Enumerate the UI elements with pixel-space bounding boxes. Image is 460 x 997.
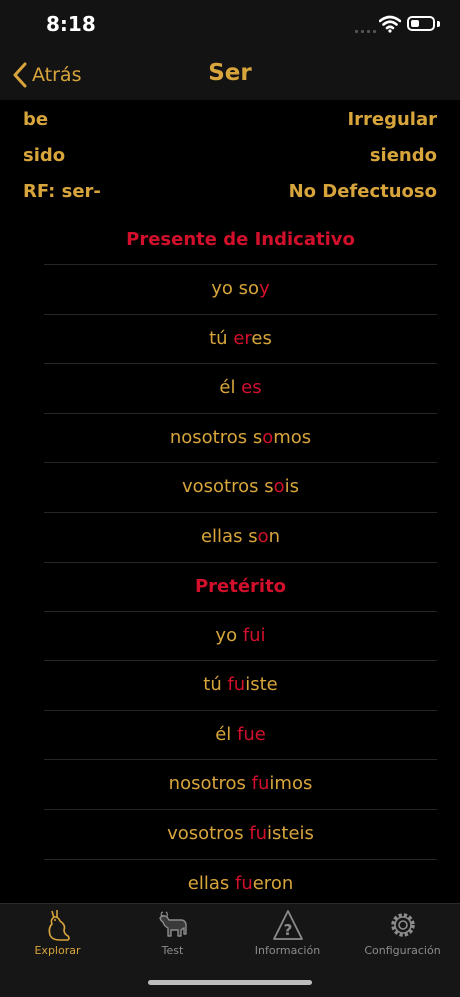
section-header-preterito: Pretérito	[44, 563, 437, 612]
list-item[interactable]: vosotros fuisteis	[44, 810, 437, 860]
conj-ending: o	[262, 426, 274, 448]
conj-suffix: n	[268, 525, 281, 547]
conj-prefix: yo so	[211, 278, 260, 299]
list-item[interactable]: tú fuiste	[44, 661, 437, 711]
list-item[interactable]: él fue	[44, 711, 437, 761]
gerund: siendo	[369, 145, 437, 166]
list-item[interactable]: yo fui	[44, 612, 437, 662]
section-header-presente: Presente de Indicativo	[44, 216, 437, 265]
list-item[interactable]: nosotros fuimos	[44, 760, 437, 810]
root-form: RF: ser-	[23, 181, 101, 202]
verb-type: Irregular	[347, 109, 437, 130]
conj-prefix: ellas s	[200, 525, 258, 547]
conj-prefix: tú	[209, 327, 234, 349]
conj-prefix: nosotros s	[169, 426, 263, 448]
tab-test[interactable]: Test	[115, 904, 230, 964]
conj-ending: o	[273, 476, 285, 498]
info-row: be Irregular	[23, 106, 437, 142]
cellular-signal-icon	[355, 27, 377, 33]
conj-suffix: isteis	[267, 822, 314, 844]
conj-suffix: imos	[269, 773, 313, 795]
tab-configuracion[interactable]: Configuración	[345, 904, 460, 964]
list-item[interactable]: nosotros somos	[44, 414, 437, 464]
conj-ending: er	[233, 327, 252, 349]
conj-suffix: eron	[252, 872, 294, 894]
home-indicator	[148, 980, 312, 985]
battery-nub	[437, 21, 440, 27]
verb-info: be Irregular sido siendo RF: ser- No Def…	[23, 106, 437, 214]
page-title: Ser	[208, 60, 252, 86]
status-bar: 8:18	[0, 0, 460, 50]
status-time: 8:18	[46, 12, 96, 36]
conj-ending: fue	[236, 723, 266, 745]
conj-prefix: yo	[215, 624, 243, 646]
rabbit-icon	[48, 910, 70, 941]
list-item[interactable]: ellas fueron	[44, 860, 437, 910]
conj-suffix: iste	[245, 674, 278, 696]
conj-ending: fu	[227, 674, 246, 696]
conj-prefix: él	[219, 377, 242, 399]
gear-icon	[391, 913, 415, 937]
wifi-icon	[379, 15, 401, 33]
english-translation: be	[23, 109, 49, 130]
list-item[interactable]: yo soy	[44, 265, 437, 315]
navigation-bar: Atrás Ser	[0, 50, 460, 100]
conjugation-list: Presente de Indicativo yo soy tú eres él…	[44, 216, 437, 910]
tab-explorar[interactable]: Explorar	[0, 904, 115, 964]
conj-ending: y	[259, 278, 270, 299]
conj-prefix: él	[215, 723, 237, 745]
tab-label: Explorar	[34, 944, 81, 957]
svg-text:?: ?	[284, 921, 293, 939]
conj-suffix: mos	[273, 426, 312, 448]
tab-label: Test	[161, 944, 184, 957]
conj-ending: es	[241, 377, 262, 399]
conj-ending: fu	[249, 822, 268, 844]
conj-prefix: vosotros	[167, 822, 250, 844]
list-item[interactable]: tú eres	[44, 315, 437, 365]
bull-icon	[159, 911, 187, 937]
conj-ending: fu	[234, 872, 253, 894]
conj-ending: o	[257, 525, 269, 547]
conj-prefix: tú	[203, 674, 228, 696]
conj-prefix: nosotros	[168, 773, 252, 795]
list-item[interactable]: vosotros sois	[44, 463, 437, 513]
tab-informacion[interactable]: ? Información	[230, 904, 345, 964]
past-participle: sido	[23, 145, 66, 166]
info-row: sido siendo	[23, 142, 437, 178]
defective-status: No Defectuoso	[288, 181, 437, 202]
tab-label: Configuración	[364, 944, 441, 957]
warning-question-icon: ?	[273, 910, 303, 940]
conj-suffix: is	[284, 476, 299, 498]
conj-ending: fui	[242, 624, 266, 646]
conj-prefix: vosotros s	[181, 476, 274, 498]
conj-ending: fu	[251, 773, 270, 795]
info-row: RF: ser- No Defectuoso	[23, 178, 437, 214]
list-item[interactable]: él es	[44, 364, 437, 414]
conj-prefix: ellas	[187, 872, 235, 894]
battery-icon	[407, 16, 435, 31]
tab-label: Información	[254, 944, 321, 957]
conj-suffix: es	[251, 327, 272, 349]
list-item[interactable]: ellas son	[44, 513, 437, 563]
